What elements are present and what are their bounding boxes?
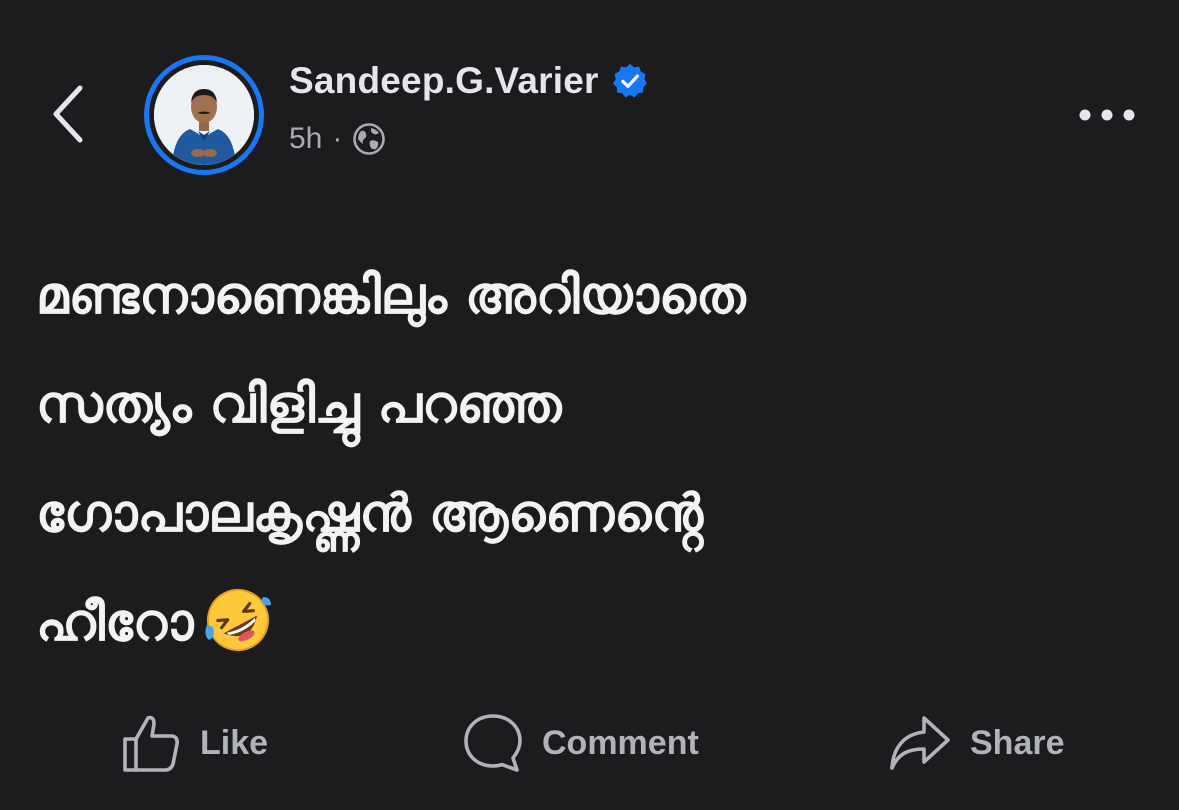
verified-badge-icon xyxy=(612,63,647,98)
post-text: മണ്ടനാണെങ്കിലും അറിയാതെ സത്യം വിളിച്ചു പ… xyxy=(36,242,1136,678)
timestamp[interactable]: 5h xyxy=(289,122,322,156)
chevron-left-icon xyxy=(53,85,83,143)
globe-icon xyxy=(353,123,386,155)
author-name[interactable]: Sandeep.G.Varier xyxy=(289,60,599,102)
more-horizontal-icon xyxy=(1079,109,1135,121)
like-button[interactable]: Like xyxy=(120,705,268,781)
author-row: Sandeep.G.Varier xyxy=(289,60,649,102)
comment-bubble-icon xyxy=(464,714,522,772)
like-label: Like xyxy=(200,723,269,762)
share-button[interactable]: Share xyxy=(888,705,1065,781)
post-line: മണ്ടനാണെങ്കിലും അറിയാതെ xyxy=(36,266,746,326)
post-line-last: ഹീറോ xyxy=(36,569,1136,678)
share-arrow-icon xyxy=(890,716,950,770)
rolling-on-floor-laughing-emoji-icon xyxy=(205,589,272,651)
back-button[interactable] xyxy=(40,78,100,150)
avatar[interactable] xyxy=(144,55,264,175)
avatar-image xyxy=(154,65,254,165)
post-line: സത്യം വിളിച്ചു പറഞ്ഞ xyxy=(36,375,562,435)
separator-dot: · xyxy=(332,122,343,155)
post-screen: Sandeep.G.Varier 5h · മണ്ടനാണെങ്കിലും അറ… xyxy=(0,0,1179,810)
comment-label: Comment xyxy=(542,723,699,762)
post-meta: 5h · xyxy=(289,122,386,156)
more-options-button[interactable] xyxy=(1070,94,1144,136)
thumbs-up-icon xyxy=(123,715,179,772)
post-line-text: ഹീറോ xyxy=(36,593,194,653)
post-line: ഗോപാലകൃഷ്ണൻ ആണെൻ്റെ xyxy=(36,484,704,544)
comment-button[interactable]: Comment xyxy=(462,705,699,781)
share-label: Share xyxy=(970,723,1065,762)
action-bar: Like Comment Share xyxy=(0,705,1179,781)
